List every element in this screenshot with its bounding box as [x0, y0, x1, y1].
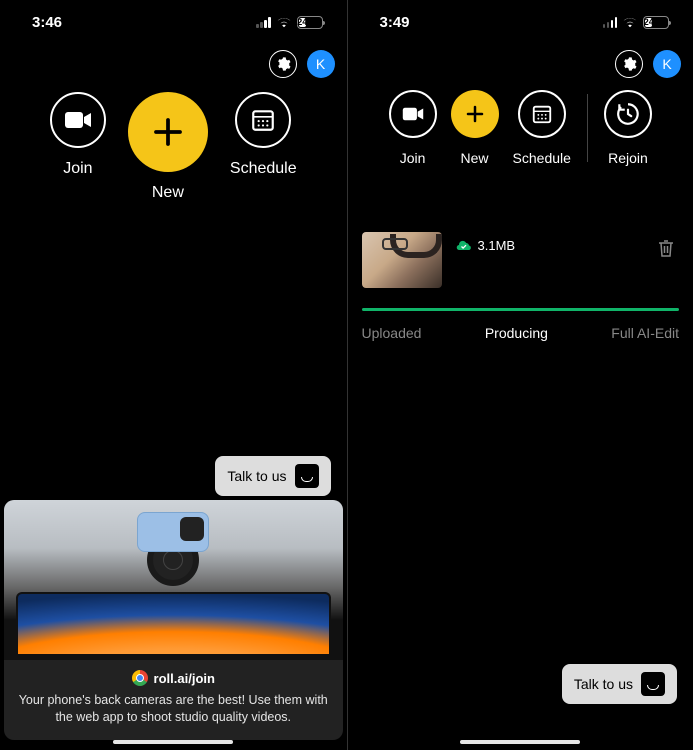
- cellular-icon: [603, 17, 618, 28]
- gear-icon: [275, 56, 291, 72]
- delete-button[interactable]: [657, 238, 675, 263]
- cloud-check-icon: [456, 240, 472, 252]
- user-avatar[interactable]: K: [307, 50, 335, 78]
- battery-icon: 24: [297, 16, 323, 29]
- chat-icon: [641, 672, 665, 696]
- top-actions: K: [0, 44, 347, 84]
- plus-icon: [128, 92, 208, 172]
- new-action[interactable]: New: [451, 90, 499, 166]
- stage-row: Uploaded Producing Full AI-Edit: [348, 325, 693, 341]
- join-action[interactable]: Join: [389, 90, 437, 166]
- battery-icon: 24: [643, 16, 669, 29]
- stage-uploaded: Uploaded: [362, 325, 422, 341]
- cellular-icon: [256, 17, 271, 28]
- new-action[interactable]: New: [128, 92, 208, 202]
- main-actions: Join New Schedule Rejoin: [348, 84, 693, 166]
- plus-icon: [451, 90, 499, 138]
- left-screen: 3:46 24 K Join New: [0, 0, 347, 750]
- status-indicators: 24: [256, 16, 323, 29]
- home-indicator[interactable]: [460, 740, 580, 744]
- settings-button[interactable]: [615, 50, 643, 78]
- clock: 3:49: [380, 14, 410, 31]
- history-icon: [604, 90, 652, 138]
- upload-card: 3.1MB: [362, 232, 680, 288]
- calendar-icon: [518, 90, 566, 138]
- schedule-label: Schedule: [513, 150, 571, 166]
- camera-icon: [389, 90, 437, 138]
- talk-to-us-button[interactable]: Talk to us: [215, 456, 330, 496]
- rejoin-action[interactable]: Rejoin: [604, 90, 652, 166]
- promo-image: [4, 500, 343, 660]
- battery-level: 24: [645, 18, 652, 27]
- new-label: New: [152, 184, 184, 202]
- status-bar: 3:46 24: [0, 0, 347, 44]
- join-label: Join: [63, 160, 92, 178]
- calendar-icon: [235, 92, 291, 148]
- stage-full-ai-edit: Full AI-Edit: [611, 325, 679, 341]
- rejoin-label: Rejoin: [608, 150, 648, 166]
- upload-size: 3.1MB: [478, 238, 516, 253]
- status-bar: 3:49 24: [348, 0, 693, 44]
- user-avatar[interactable]: K: [653, 50, 681, 78]
- upload-info: 3.1MB: [456, 232, 516, 253]
- top-actions: K: [348, 44, 693, 84]
- camera-icon: [50, 92, 106, 148]
- main-actions: Join New Schedule: [0, 84, 347, 202]
- new-label: New: [461, 150, 489, 166]
- join-label: Join: [400, 150, 426, 166]
- settings-button[interactable]: [269, 50, 297, 78]
- wifi-icon: [622, 16, 638, 28]
- talk-to-us-label: Talk to us: [574, 676, 633, 692]
- progress-bar: [362, 308, 680, 311]
- schedule-label: Schedule: [230, 160, 297, 178]
- schedule-action[interactable]: Schedule: [230, 92, 297, 178]
- promo-card[interactable]: roll.ai/join Your phone's back cameras a…: [4, 500, 343, 740]
- clock: 3:46: [32, 14, 62, 31]
- status-indicators: 24: [603, 16, 670, 29]
- battery-level: 24: [299, 18, 306, 27]
- schedule-action[interactable]: Schedule: [513, 90, 571, 166]
- gear-icon: [621, 56, 637, 72]
- right-screen: 3:49 24 K Join New: [347, 0, 693, 750]
- chat-icon: [295, 464, 319, 488]
- join-action[interactable]: Join: [50, 92, 106, 178]
- promo-url-row: roll.ai/join: [4, 660, 343, 690]
- chrome-icon: [132, 670, 148, 686]
- stage-producing: Producing: [485, 325, 548, 341]
- talk-to-us-button[interactable]: Talk to us: [562, 664, 677, 704]
- wifi-icon: [276, 16, 292, 28]
- home-indicator[interactable]: [113, 740, 233, 744]
- divider: [587, 94, 588, 162]
- talk-to-us-label: Talk to us: [227, 468, 286, 484]
- upload-thumbnail[interactable]: [362, 232, 442, 288]
- promo-text: Your phone's back cameras are the best! …: [4, 690, 343, 740]
- promo-url: roll.ai/join: [154, 671, 215, 686]
